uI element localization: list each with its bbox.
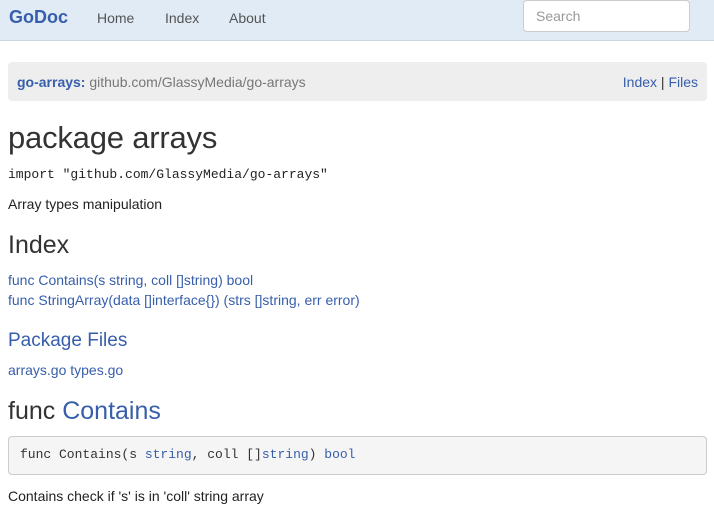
func-signature-block: func Contains(s string, coll []string) b… <box>8 436 707 475</box>
index-item-stringarray[interactable]: func StringArray(data []interface{}) (st… <box>8 292 360 308</box>
import-path: github.com/GlassyMedia/go-arrays <box>89 74 306 90</box>
sig-close: ) <box>308 447 325 462</box>
func-keyword: func <box>8 397 56 425</box>
index-item-contains[interactable]: func Contains(s string, coll []string) b… <box>8 272 253 288</box>
import-statement: import "github.com/GlassyMedia/go-arrays… <box>8 167 328 182</box>
nav-home[interactable]: Home <box>97 10 134 26</box>
file-link-types[interactable]: types.go <box>70 362 123 378</box>
type-link-bool[interactable]: bool <box>324 447 355 462</box>
func-description: Contains check if 's' is in 'coll' strin… <box>8 488 264 504</box>
search-input[interactable] <box>523 0 690 32</box>
nav-about[interactable]: About <box>229 10 266 26</box>
index-heading: Index <box>8 231 70 259</box>
func-contains-heading: func Contains <box>8 397 161 426</box>
file-list: arrays.go types.go <box>8 362 123 378</box>
navbar: GoDoc Home Index About <box>0 0 714 41</box>
func-contains-link[interactable]: Contains <box>62 397 161 425</box>
files-link[interactable]: Files <box>668 74 698 90</box>
breadcrumb-links: Index | Files <box>623 74 698 90</box>
sig-prefix: func Contains(s <box>20 447 145 462</box>
separator: | <box>660 74 665 90</box>
breadcrumb: go-arrays: github.com/GlassyMedia/go-arr… <box>8 62 707 101</box>
page-title: package arrays <box>8 120 218 155</box>
brand-logo[interactable]: GoDoc <box>9 7 68 28</box>
package-synopsis: Array types manipulation <box>8 196 163 212</box>
file-link-arrays[interactable]: arrays.go <box>8 362 66 378</box>
package-link[interactable]: go-arrays: <box>17 74 85 90</box>
nav-index[interactable]: Index <box>165 10 199 26</box>
index-link[interactable]: Index <box>623 74 657 90</box>
type-link-string-2[interactable]: string <box>262 447 309 462</box>
package-files-heading[interactable]: Package Files <box>8 330 127 352</box>
sig-mid: , coll [] <box>191 447 262 462</box>
type-link-string[interactable]: string <box>145 447 192 462</box>
breadcrumb-path: go-arrays: github.com/GlassyMedia/go-arr… <box>17 74 306 90</box>
package-files-link[interactable]: Package Files <box>8 330 127 351</box>
